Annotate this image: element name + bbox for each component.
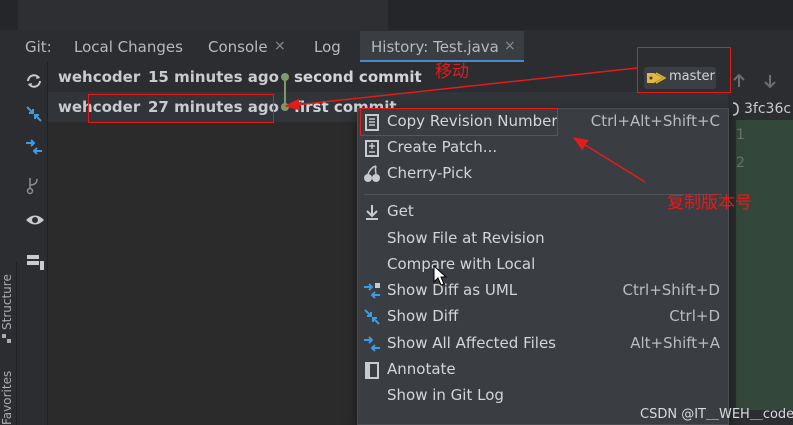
watermark: CSDN @IT＿WEH＿code <box>640 407 793 422</box>
annotation-copy-revision: 复制版本号 <box>667 193 752 213</box>
annotation-move: 移动 <box>435 62 469 82</box>
